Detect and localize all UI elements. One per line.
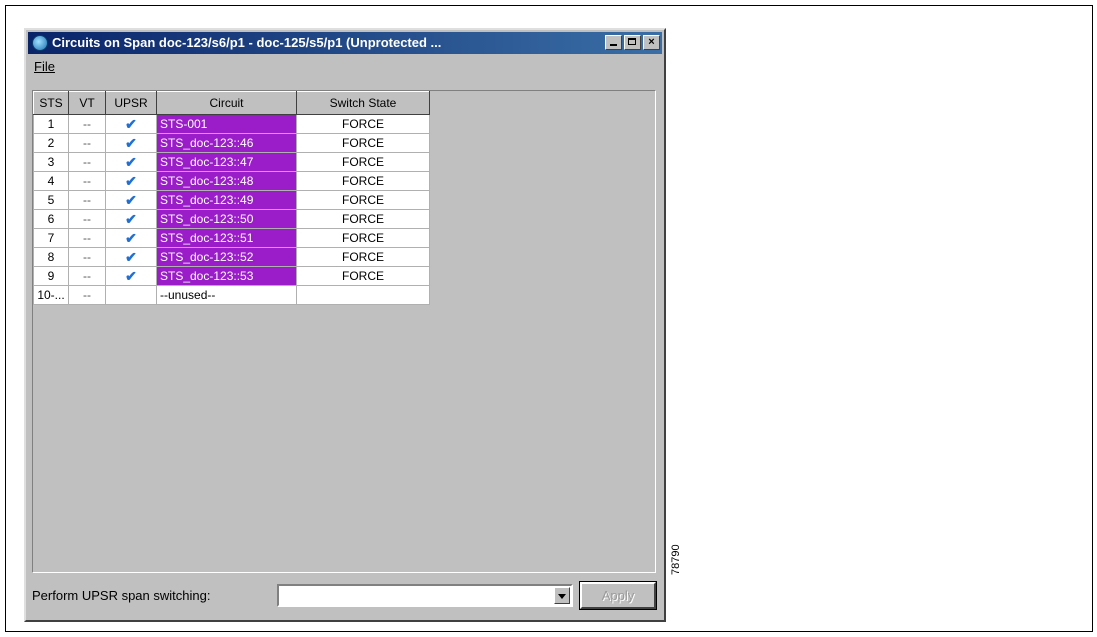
cell-upsr-check[interactable]: ✔ <box>105 152 157 172</box>
cell-switch-state[interactable]: FORCE <box>296 114 430 134</box>
cell-sts[interactable]: 10-... <box>33 285 69 305</box>
cell-sts[interactable]: 4 <box>33 171 69 191</box>
table-row[interactable]: 1 -- ✔ STS-001 FORCE <box>33 114 430 134</box>
cell-vt[interactable]: -- <box>68 190 106 210</box>
table-row[interactable]: 9 -- ✔ STS_doc-123::53 FORCE <box>33 266 430 286</box>
cell-upsr-check[interactable] <box>105 285 157 305</box>
checkmark-icon: ✔ <box>125 229 137 246</box>
cell-circuit[interactable]: --unused-- <box>156 285 297 305</box>
column-header-vt[interactable]: VT <box>68 91 106 115</box>
menu-file[interactable]: File <box>34 59 55 74</box>
cell-vt[interactable]: -- <box>68 152 106 172</box>
cell-switch-state[interactable]: FORCE <box>296 152 430 172</box>
cell-vt[interactable]: -- <box>68 171 106 191</box>
window-title: Circuits on Span doc-123/s6/p1 - doc-125… <box>52 35 442 50</box>
checkmark-icon: ✔ <box>125 248 137 265</box>
cell-upsr-check[interactable]: ✔ <box>105 266 157 286</box>
cell-vt[interactable]: -- <box>68 228 106 248</box>
table-row[interactable]: 10-... -- --unused-- <box>33 285 430 305</box>
cell-sts[interactable]: 5 <box>33 190 69 210</box>
menu-bar: File <box>28 57 662 77</box>
cell-sts[interactable]: 7 <box>33 228 69 248</box>
column-header-upsr[interactable]: UPSR <box>105 91 157 115</box>
table-row[interactable]: 3 -- ✔ STS_doc-123::47 FORCE <box>33 152 430 172</box>
checkmark-icon: ✔ <box>125 134 137 151</box>
maximize-button[interactable] <box>624 35 641 50</box>
span-switch-select[interactable] <box>277 584 573 607</box>
cell-upsr-check[interactable]: ✔ <box>105 190 157 210</box>
checkmark-icon: ✔ <box>125 172 137 189</box>
cell-sts[interactable]: 6 <box>33 209 69 229</box>
cell-circuit[interactable]: STS_doc-123::48 <box>156 171 297 191</box>
cell-vt[interactable]: -- <box>68 114 106 134</box>
circuits-table: STS VT UPSR Circuit Switch State 1 -- ✔ STS… <box>33 91 430 305</box>
column-header-switch-state[interactable]: Switch State <box>296 91 430 115</box>
close-button[interactable]: × <box>643 35 660 50</box>
cell-switch-state[interactable]: FORCE <box>296 171 430 191</box>
table-header-row: STS VT UPSR Circuit Switch State <box>33 91 430 115</box>
cell-upsr-check[interactable]: ✔ <box>105 133 157 153</box>
apply-button[interactable]: Apply <box>579 581 657 610</box>
cell-vt[interactable]: -- <box>68 247 106 267</box>
cell-circuit[interactable]: STS_doc-123::53 <box>156 266 297 286</box>
figure-id: 78790 <box>670 544 682 575</box>
cell-sts[interactable]: 1 <box>33 114 69 134</box>
cell-switch-state[interactable]: FORCE <box>296 266 430 286</box>
cell-circuit[interactable]: STS_doc-123::47 <box>156 152 297 172</box>
minimize-button[interactable] <box>605 35 622 50</box>
cell-sts[interactable]: 8 <box>33 247 69 267</box>
cell-switch-state[interactable]: FORCE <box>296 247 430 267</box>
cell-upsr-check[interactable]: ✔ <box>105 171 157 191</box>
cell-vt[interactable]: -- <box>68 266 106 286</box>
circuits-window: Circuits on Span doc-123/s6/p1 - doc-125… <box>24 28 666 622</box>
cell-vt[interactable]: -- <box>68 209 106 229</box>
column-header-sts[interactable]: STS <box>33 91 69 115</box>
table-row[interactable]: 6 -- ✔ STS_doc-123::50 FORCE <box>33 209 430 229</box>
table-row[interactable]: 2 -- ✔ STS_doc-123::46 FORCE <box>33 133 430 153</box>
table-body: 1 -- ✔ STS-001 FORCE 2 -- ✔ STS_doc-123::46 FORCE… <box>33 114 430 305</box>
title-bar[interactable]: Circuits on Span doc-123/s6/p1 - doc-125… <box>28 32 662 54</box>
cell-switch-state[interactable]: FORCE <box>296 209 430 229</box>
cell-switch-state[interactable]: FORCE <box>296 228 430 248</box>
checkmark-icon: ✔ <box>125 153 137 170</box>
cell-sts[interactable]: 9 <box>33 266 69 286</box>
cell-vt[interactable]: -- <box>68 285 106 305</box>
cell-circuit[interactable]: STS-001 <box>156 114 297 134</box>
cell-upsr-check[interactable]: ✔ <box>105 247 157 267</box>
table-row[interactable]: 8 -- ✔ STS_doc-123::52 FORCE <box>33 247 430 267</box>
span-switch-label: Perform UPSR span switching: <box>32 588 211 603</box>
cell-circuit[interactable]: STS_doc-123::51 <box>156 228 297 248</box>
cell-vt[interactable]: -- <box>68 133 106 153</box>
cell-circuit[interactable]: STS_doc-123::50 <box>156 209 297 229</box>
checkmark-icon: ✔ <box>125 191 137 208</box>
cell-upsr-check[interactable]: ✔ <box>105 209 157 229</box>
cell-switch-state[interactable] <box>296 285 430 305</box>
cell-switch-state[interactable]: FORCE <box>296 133 430 153</box>
cell-sts[interactable]: 3 <box>33 152 69 172</box>
table-row[interactable]: 5 -- ✔ STS_doc-123::49 FORCE <box>33 190 430 210</box>
title-bar-buttons: × <box>605 35 660 50</box>
checkmark-icon: ✔ <box>125 267 137 284</box>
app-globe-icon <box>32 35 48 51</box>
cell-upsr-check[interactable]: ✔ <box>105 228 157 248</box>
chevron-down-icon[interactable] <box>554 587 570 604</box>
circuits-table-panel: STS VT UPSR Circuit Switch State 1 -- ✔ STS… <box>32 90 656 573</box>
cell-circuit[interactable]: STS_doc-123::52 <box>156 247 297 267</box>
cell-switch-state[interactable]: FORCE <box>296 190 430 210</box>
span-switch-bar: Perform UPSR span switching: Apply <box>32 581 657 610</box>
cell-circuit[interactable]: STS_doc-123::46 <box>156 133 297 153</box>
column-header-circuit[interactable]: Circuit <box>156 91 297 115</box>
checkmark-icon: ✔ <box>125 115 137 132</box>
cell-sts[interactable]: 2 <box>33 133 69 153</box>
menu-file-label: File <box>34 59 55 74</box>
table-row[interactable]: 7 -- ✔ STS_doc-123::51 FORCE <box>33 228 430 248</box>
cell-upsr-check[interactable]: ✔ <box>105 114 157 134</box>
table-row[interactable]: 4 -- ✔ STS_doc-123::48 FORCE <box>33 171 430 191</box>
cell-circuit[interactable]: STS_doc-123::49 <box>156 190 297 210</box>
checkmark-icon: ✔ <box>125 210 137 227</box>
